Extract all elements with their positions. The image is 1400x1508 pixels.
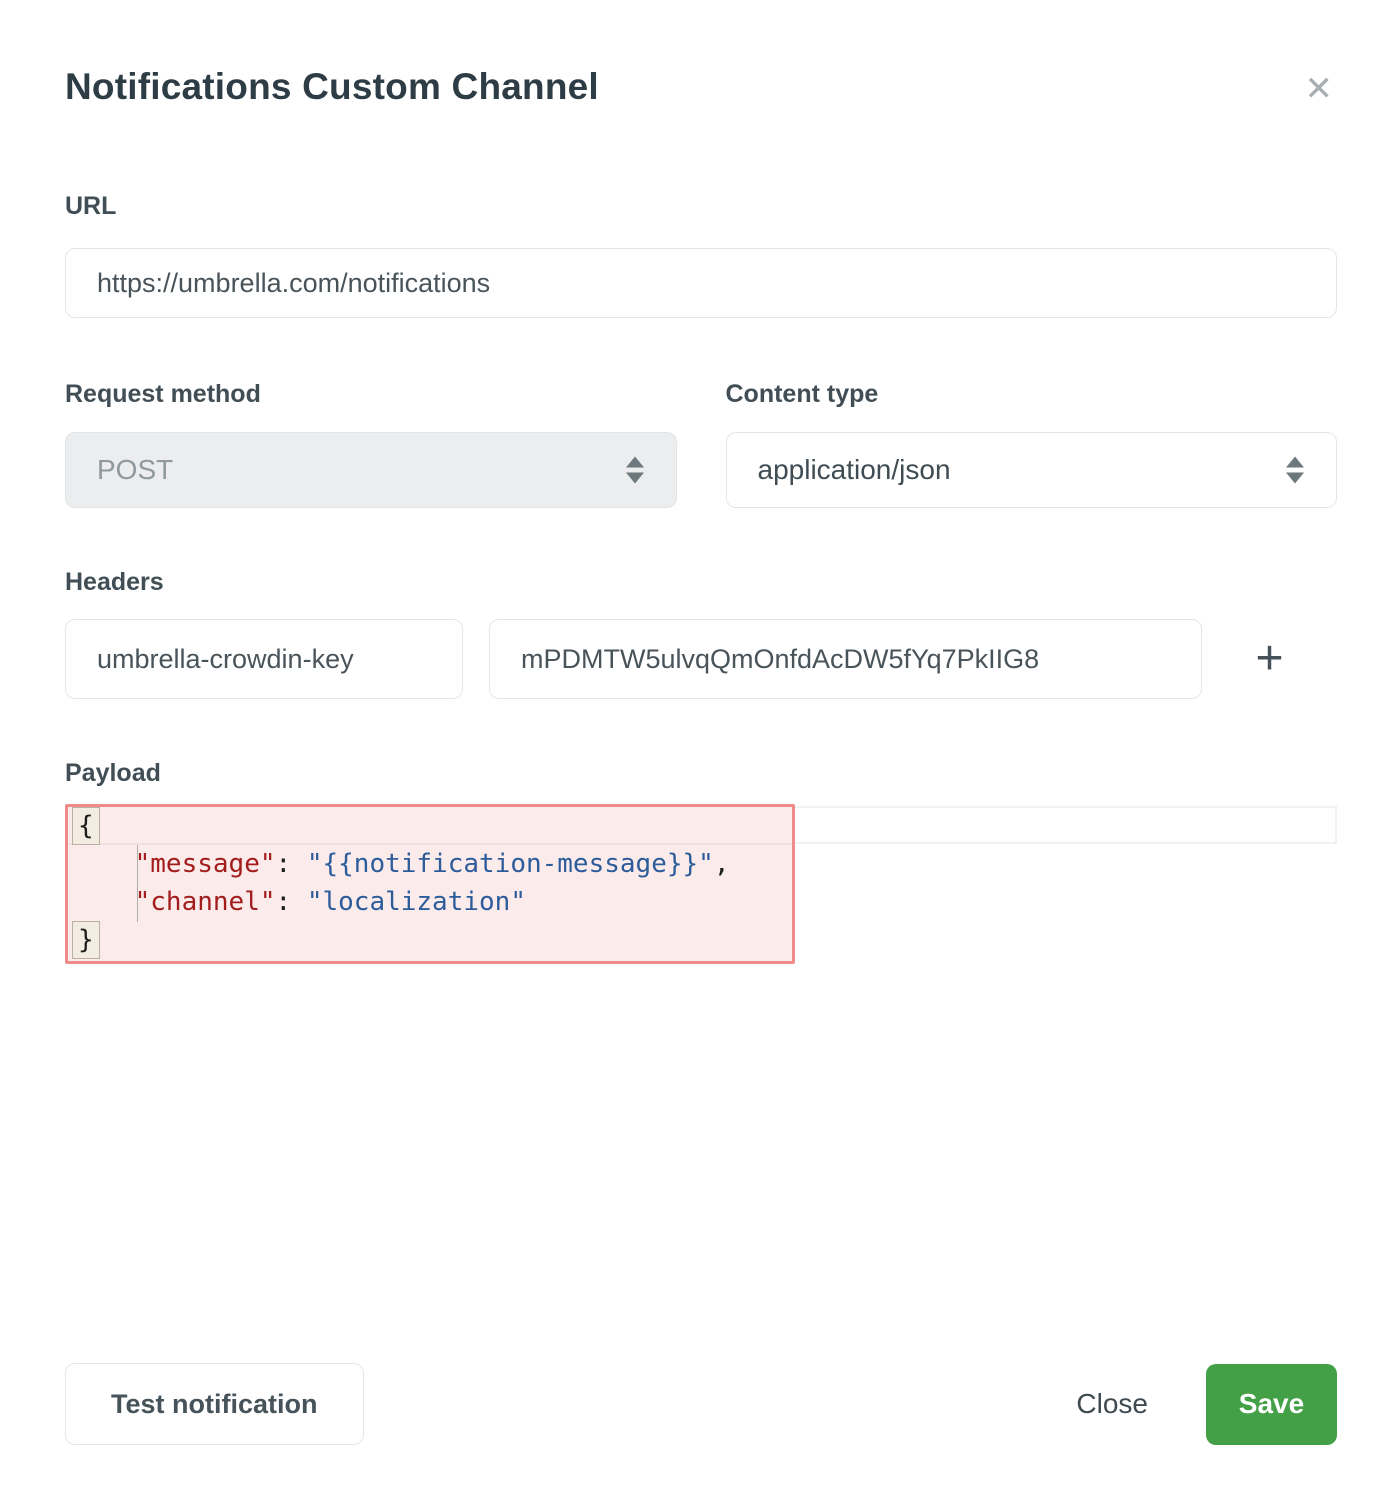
notifications-custom-channel-modal: Notifications Custom Channel ✕ URL Reque… xyxy=(0,0,1400,1508)
separator: : xyxy=(276,849,307,879)
payload-label: Payload xyxy=(65,759,1337,788)
separator: : xyxy=(276,887,307,917)
indent-guide xyxy=(137,845,138,922)
content-type-group: Content type application/json xyxy=(726,380,1338,508)
modal-footer: Test notification Close Save xyxy=(65,1363,1337,1445)
header-value-input[interactable] xyxy=(489,619,1202,699)
payload-highlighted-region[interactable]: { "message": "{{notification-message}}",… xyxy=(65,804,795,964)
modal-header: Notifications Custom Channel ✕ xyxy=(65,66,1337,110)
content-type-value: application/json xyxy=(758,454,951,486)
header-key-input[interactable] xyxy=(65,619,463,699)
method-contenttype-row: Request method POST Content type applica… xyxy=(65,380,1337,508)
indent xyxy=(72,849,135,879)
modal-close-button[interactable]: ✕ xyxy=(1301,68,1338,110)
headers-row: + xyxy=(65,619,1337,699)
page-title: Notifications Custom Channel xyxy=(65,66,599,109)
indent xyxy=(72,887,135,917)
json-value-message: "{{notification-message}}" xyxy=(307,849,714,879)
request-method-group: Request method POST xyxy=(65,380,677,508)
test-notification-button[interactable]: Test notification xyxy=(65,1363,364,1445)
payload-editor[interactable]: { "message": "{{notification-message}}",… xyxy=(65,806,1337,966)
chevron-updown-icon xyxy=(1286,457,1304,484)
headers-group: Headers + xyxy=(65,568,1337,699)
headers-label: Headers xyxy=(65,568,1337,597)
url-input[interactable] xyxy=(65,248,1337,318)
json-key-channel: "channel" xyxy=(135,887,276,917)
content-type-label: Content type xyxy=(726,380,1338,409)
chevron-updown-icon xyxy=(626,457,644,484)
url-label: URL xyxy=(65,192,1337,221)
footer-close-button[interactable]: Close xyxy=(1076,1388,1148,1420)
close-brace-token: } xyxy=(72,921,100,959)
close-icon: ✕ xyxy=(1305,70,1334,108)
payload-group: Payload { "message": "{{notification-mes… xyxy=(65,759,1337,966)
open-brace-token: { xyxy=(72,807,100,845)
request-method-label: Request method xyxy=(65,380,677,409)
content-type-select[interactable]: application/json xyxy=(726,432,1338,508)
comma: , xyxy=(714,849,730,879)
plus-icon: + xyxy=(1255,635,1283,683)
json-value-channel: "localization" xyxy=(307,887,526,917)
footer-actions: Close Save xyxy=(1076,1364,1337,1445)
add-header-button[interactable]: + xyxy=(1202,635,1337,683)
request-method-select[interactable]: POST xyxy=(65,432,677,508)
save-button[interactable]: Save xyxy=(1206,1364,1337,1445)
json-key-message: "message" xyxy=(135,849,276,879)
url-field-group: URL xyxy=(65,192,1337,318)
payload-code: { "message": "{{notification-message}}",… xyxy=(68,807,792,959)
request-method-value: POST xyxy=(97,454,173,486)
